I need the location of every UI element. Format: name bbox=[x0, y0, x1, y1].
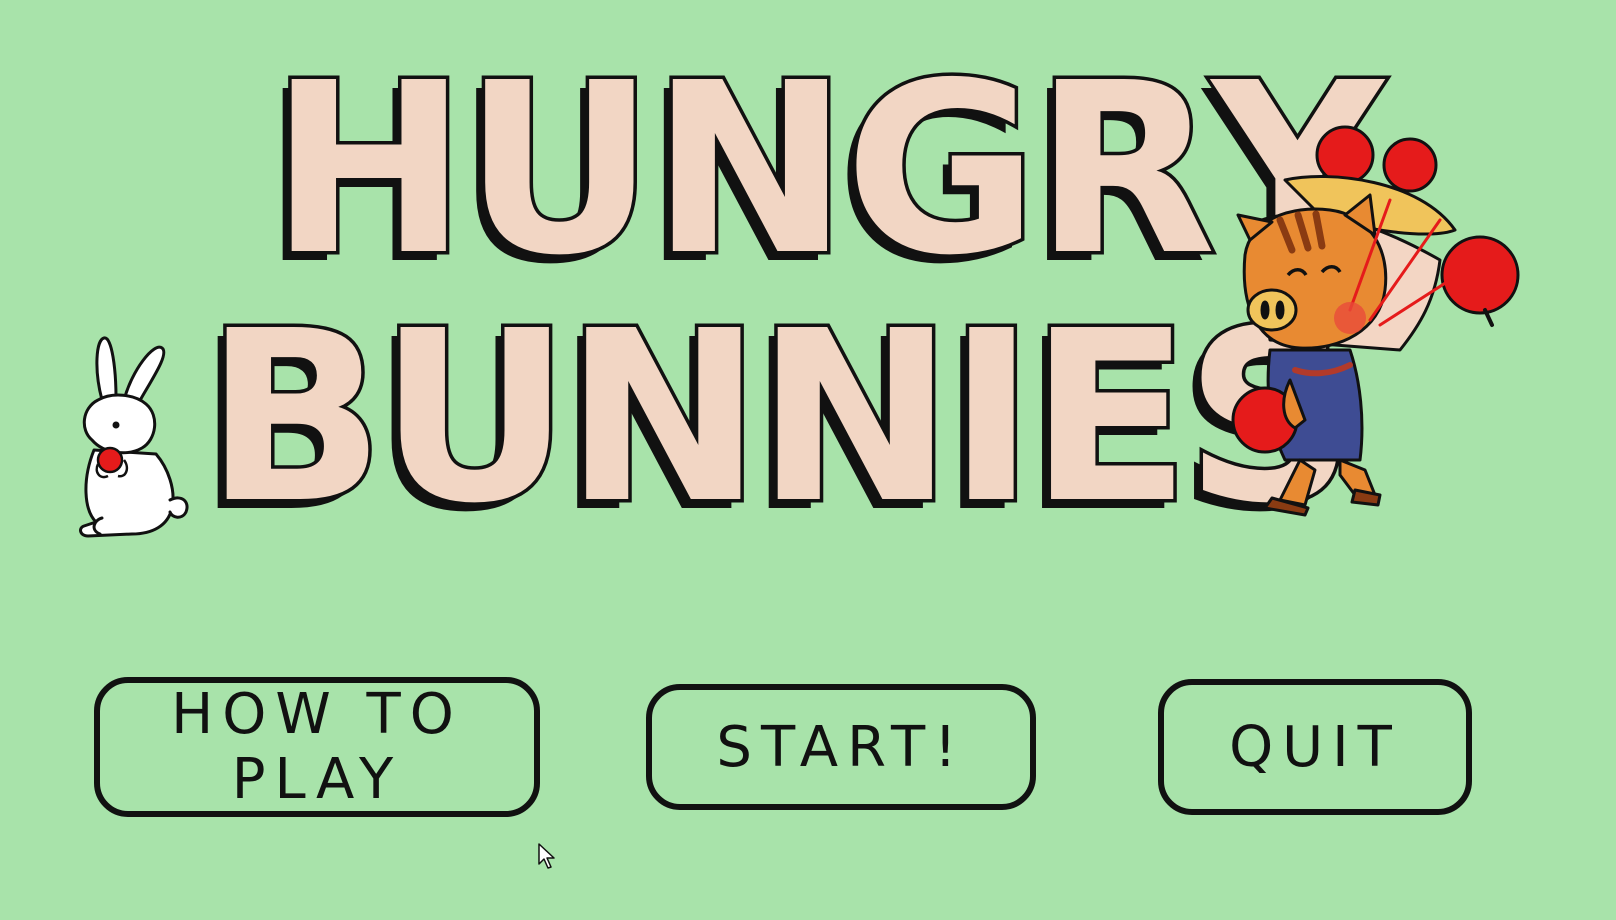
title-letter: N bbox=[648, 32, 852, 307]
start-label: START! bbox=[716, 714, 966, 780]
title-letter: H bbox=[267, 32, 471, 307]
mouse-pointer-icon bbox=[538, 843, 555, 869]
boar-carrying-apples-icon bbox=[1231, 125, 1520, 517]
how-to-play-button[interactable]: HOW TO PLAY bbox=[94, 677, 540, 817]
title-letter: N bbox=[561, 280, 765, 555]
title-letter: E bbox=[1026, 280, 1194, 555]
title-screen: H U N G R Y B U N N I E S bbox=[0, 0, 1616, 920]
bunny-with-apple-icon bbox=[79, 336, 189, 538]
title-letter: U bbox=[375, 280, 574, 555]
start-button[interactable]: START! bbox=[646, 684, 1036, 810]
how-to-play-label: HOW TO PLAY bbox=[171, 682, 463, 812]
title-letter: I bbox=[944, 280, 1039, 555]
title-letter: B bbox=[202, 280, 389, 555]
title-letter: U bbox=[460, 32, 659, 307]
quit-label: QUIT bbox=[1229, 714, 1401, 780]
quit-button[interactable]: QUIT bbox=[1158, 679, 1472, 815]
title-letter: R bbox=[1031, 32, 1220, 307]
title-letter: G bbox=[841, 32, 1042, 307]
title-letter: N bbox=[753, 280, 957, 555]
game-title-line-2: B U N N I E S bbox=[202, 280, 1359, 555]
